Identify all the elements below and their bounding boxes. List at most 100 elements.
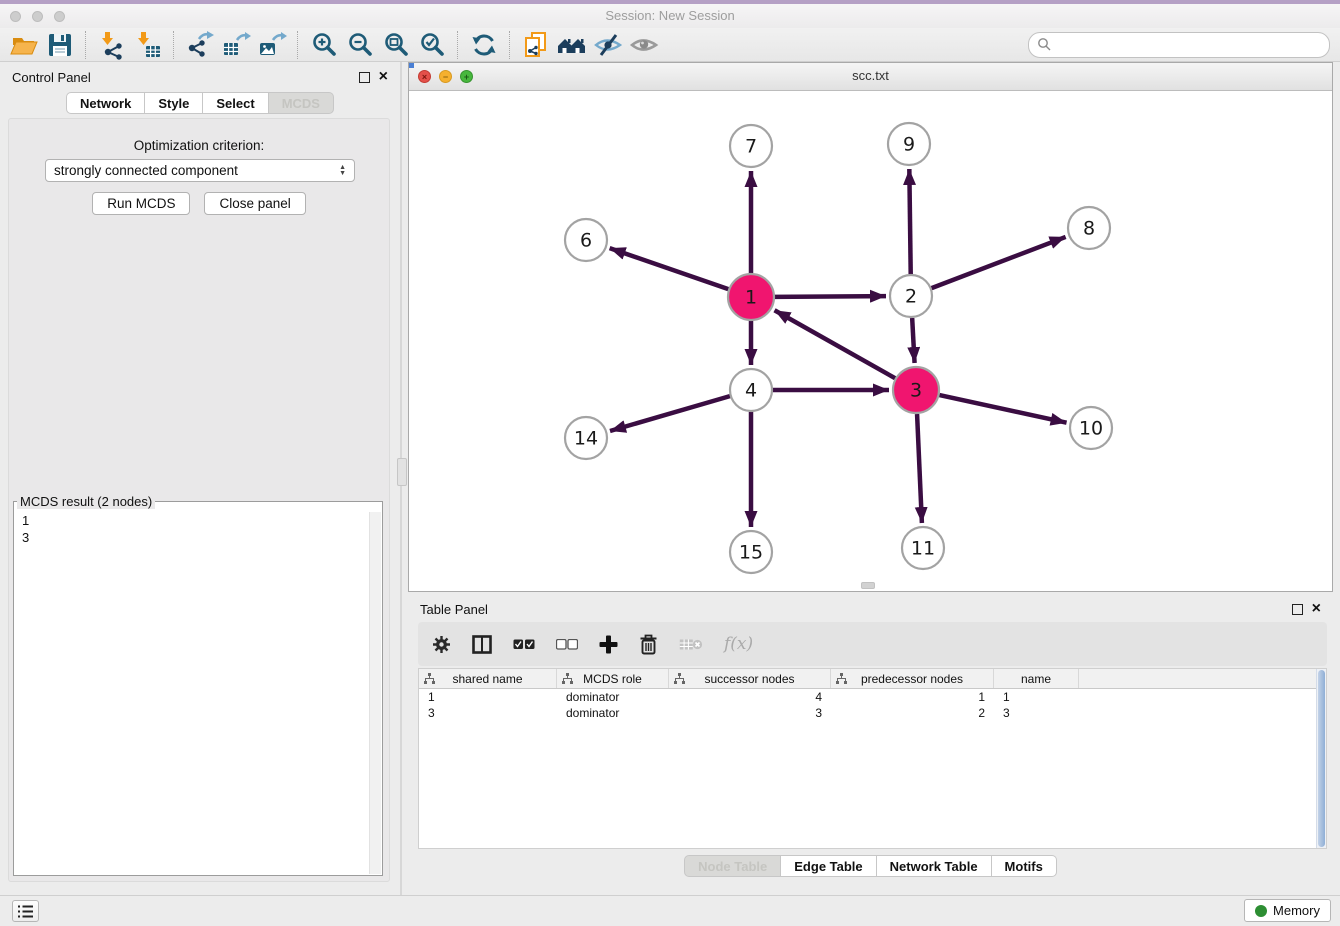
float-panel-icon[interactable]	[359, 72, 370, 83]
graph-node-6[interactable]: 6	[565, 219, 607, 261]
network-view-canvas[interactable]: 7 9 6 8 1 2 4 3 14 10 15 11	[409, 90, 1332, 591]
tab-select[interactable]: Select	[203, 92, 268, 114]
graph-edge-2-8[interactable]	[932, 237, 1066, 288]
graph-edge-3-10[interactable]	[939, 395, 1066, 423]
search-input[interactable]	[1052, 35, 1329, 55]
zoom-selected-button[interactable]	[414, 30, 450, 60]
delete-row-button[interactable]	[639, 634, 658, 655]
tab-style[interactable]: Style	[145, 92, 203, 114]
minimize-window-icon[interactable]: −	[439, 70, 452, 83]
graph-node-1[interactable]: 1	[728, 274, 774, 320]
graph-node-15[interactable]: 15	[730, 531, 772, 573]
network-window-titlebar[interactable]: × − + scc.txt	[409, 63, 1332, 91]
export-image-button[interactable]	[254, 30, 290, 60]
window-traffic-lights[interactable]	[10, 11, 65, 22]
add-row-button[interactable]	[599, 635, 618, 654]
float-table-panel-icon[interactable]	[1292, 604, 1303, 615]
cell-successor-nodes[interactable]: 4	[669, 689, 831, 705]
graph-edge-2-3[interactable]	[912, 318, 914, 363]
function-builder-button[interactable]: f(x)	[724, 634, 753, 654]
graph-edge-1-6[interactable]	[610, 248, 729, 289]
column-header-predecessor-nodes[interactable]: predecessor nodes	[831, 669, 994, 688]
column-header-name[interactable]: name	[994, 669, 1079, 688]
cell-shared-name[interactable]: 1	[419, 689, 557, 705]
split-panel-button[interactable]	[472, 635, 492, 654]
cell-name[interactable]: 1	[994, 689, 1079, 705]
panel-splitter[interactable]	[400, 62, 402, 896]
home-layout-button[interactable]	[554, 30, 590, 60]
tab-mcds[interactable]: MCDS	[269, 92, 334, 114]
memory-button[interactable]: Memory	[1244, 899, 1331, 922]
cell-predecessor-nodes[interactable]: 1	[831, 689, 994, 705]
column-header-shared-name[interactable]: shared name	[419, 669, 557, 688]
table-scrollbar[interactable]	[1316, 669, 1326, 848]
column-header-MCDS-role[interactable]: MCDS role	[557, 669, 669, 688]
graph-edge-1-2[interactable]	[775, 296, 886, 297]
import-network-button[interactable]	[94, 30, 130, 60]
mcds-result-list[interactable]: 13	[15, 512, 381, 546]
maximize-window-icon[interactable]: +	[460, 70, 473, 83]
graph-edge-4-14[interactable]	[610, 396, 730, 431]
show-all-button[interactable]	[626, 30, 662, 60]
graph-node-9[interactable]: 9	[888, 123, 930, 165]
export-network-button[interactable]	[182, 30, 218, 60]
cell-MCDS-role[interactable]: dominator	[557, 705, 669, 721]
import-table-button[interactable]	[130, 30, 166, 60]
zoom-in-button[interactable]	[306, 30, 342, 60]
duplicate-network-button[interactable]	[518, 30, 554, 60]
graph-node-8[interactable]: 8	[1068, 207, 1110, 249]
table-tab-motifs[interactable]: Motifs	[992, 855, 1057, 877]
graph-node-11[interactable]: 11	[902, 527, 944, 569]
zoom-fit-button[interactable]	[378, 30, 414, 60]
graph-edge-3-11[interactable]	[917, 414, 922, 523]
table-tab-node-table[interactable]: Node Table	[684, 855, 781, 877]
graph-node-4[interactable]: 4	[730, 369, 772, 411]
tab-network[interactable]: Network	[66, 92, 145, 114]
cell-shared-name[interactable]: 3	[419, 705, 557, 721]
export-table-button[interactable]	[218, 30, 254, 60]
table-settings-button[interactable]	[432, 635, 451, 654]
close-panel-button[interactable]: Close panel	[204, 192, 305, 215]
result-item[interactable]: 1	[15, 512, 381, 529]
cell-predecessor-nodes[interactable]: 2	[831, 705, 994, 721]
zoom-out-button[interactable]	[342, 30, 378, 60]
cell-name[interactable]: 3	[994, 705, 1079, 721]
graph-edge-2-9[interactable]	[909, 169, 910, 274]
graph-node-14[interactable]: 14	[565, 417, 607, 459]
cell-MCDS-role[interactable]: dominator	[557, 689, 669, 705]
memory-status-icon	[1255, 905, 1267, 917]
select-all-columns-button[interactable]	[513, 639, 535, 650]
table-row[interactable]: 3dominator323	[419, 705, 1326, 721]
table-tab-edge-table[interactable]: Edge Table	[781, 855, 876, 877]
save-session-button[interactable]	[42, 30, 78, 60]
task-history-button[interactable]	[12, 900, 39, 922]
column-header-successor-nodes[interactable]: successor nodes	[669, 669, 831, 688]
hide-unselected-button[interactable]	[590, 30, 626, 60]
graph-node-7[interactable]: 7	[730, 125, 772, 167]
close-table-panel-icon[interactable]: ×	[1312, 603, 1321, 615]
table-toolbar: f(x)	[418, 622, 1327, 666]
table-row[interactable]: 1dominator411	[419, 689, 1326, 705]
delete-table-button[interactable]	[679, 637, 703, 652]
toolbar-separator	[457, 31, 459, 59]
result-item[interactable]: 3	[15, 529, 381, 546]
deselect-all-columns-button[interactable]	[556, 639, 578, 650]
close-window-icon[interactable]: ×	[418, 70, 431, 83]
graph-node-3[interactable]: 3	[893, 367, 939, 413]
result-scrollbar[interactable]	[369, 512, 381, 874]
open-session-button[interactable]	[6, 30, 42, 60]
graph-node-10[interactable]: 10	[1070, 407, 1112, 449]
list-icon	[17, 904, 34, 919]
search-box[interactable]	[1028, 32, 1330, 58]
optimization-criterion-select[interactable]: strongly connected component ▲▼	[45, 159, 355, 182]
run-mcds-button[interactable]: Run MCDS	[92, 192, 190, 215]
attribute-tree-icon	[424, 673, 435, 684]
frame-resize-handle[interactable]	[861, 582, 875, 589]
close-panel-icon[interactable]: ×	[379, 71, 388, 83]
graph-node-2[interactable]: 2	[890, 275, 932, 317]
cell-successor-nodes[interactable]: 3	[669, 705, 831, 721]
refresh-view-button[interactable]	[466, 30, 502, 60]
splitter-grip[interactable]	[397, 458, 407, 486]
table-tab-network-table[interactable]: Network Table	[877, 855, 992, 877]
graph-edge-3-1[interactable]	[775, 310, 896, 378]
